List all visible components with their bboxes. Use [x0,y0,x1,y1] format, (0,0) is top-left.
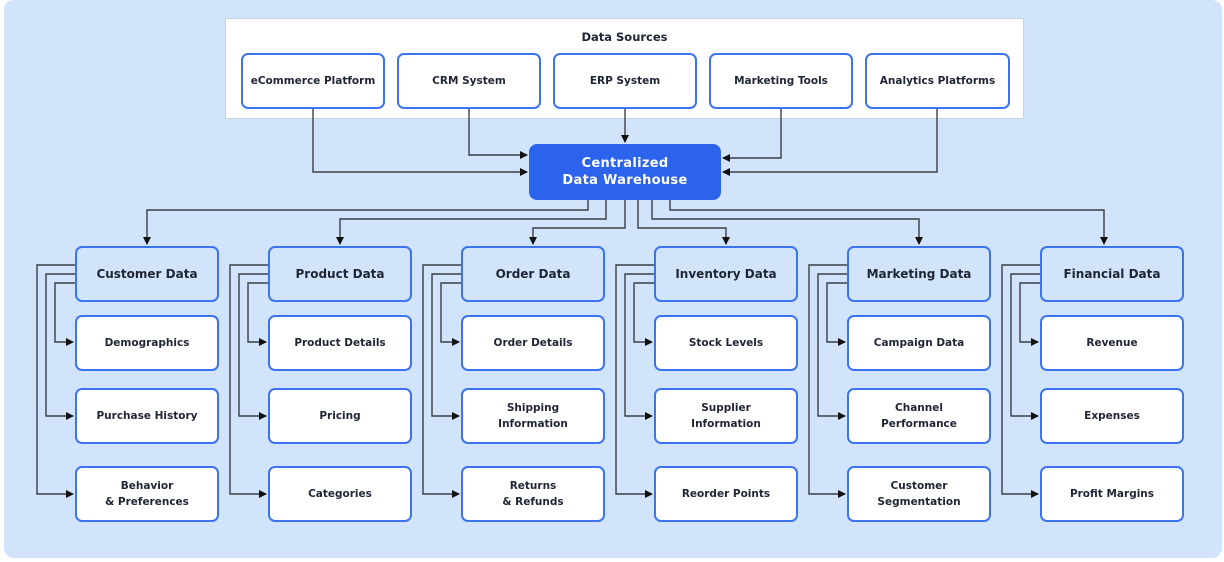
connector-product-child-1 [247,282,268,346]
connector-order-child-3 [422,264,461,498]
connector-analytics-to-warehouse [722,109,938,176]
customer-purchase-history[interactable]: Purchase History [75,388,219,444]
inventory-reorder-points[interactable]: Reorder Points [654,466,798,522]
connector-customer-child-2 [45,273,75,420]
source-marketing-tools[interactable]: Marketing Tools [709,53,853,109]
inventory-supplier-information[interactable]: Supplier Information [654,388,798,444]
financial-expenses[interactable]: Expenses [1040,388,1184,444]
connector-warehouse-to-order [529,200,626,245]
source-ecommerce-platform[interactable]: eCommerce Platform [241,53,385,109]
order-shipping-information[interactable]: Shipping Information [461,388,605,444]
connector-crm-to-warehouse [468,109,528,159]
connector-financial-child-2 [1010,273,1040,420]
category-financial-data[interactable]: Financial Data [1040,246,1184,302]
connector-warehouse-to-marketing [651,200,923,245]
connector-inventory-child-2 [624,273,654,420]
customer-demographics[interactable]: Demographics [75,315,219,371]
order-details[interactable]: Order Details [461,315,605,371]
source-analytics-platforms[interactable]: Analytics Platforms [865,53,1010,109]
connector-warehouse-to-product [336,200,607,245]
category-order-data[interactable]: Order Data [461,246,605,302]
financial-profit-margins[interactable]: Profit Margins [1040,466,1184,522]
connector-financial-child-1 [1019,282,1040,346]
connector-inventory-child-1 [633,282,654,346]
connector-order-child-2 [431,273,461,420]
connector-marketing-child-1 [826,282,847,346]
product-categories[interactable]: Categories [268,466,412,522]
source-erp-system[interactable]: ERP System [553,53,697,109]
category-product-data[interactable]: Product Data [268,246,412,302]
connector-marketing-child-3 [808,264,847,498]
connector-product-child-2 [238,273,268,420]
category-marketing-data[interactable]: Marketing Data [847,246,991,302]
connector-financial-child-3 [1001,264,1040,498]
connector-marketing-tools-to-warehouse [722,109,782,162]
category-customer-data[interactable]: Customer Data [75,246,219,302]
connector-inventory-child-3 [615,264,654,498]
order-returns-refunds[interactable]: Returns & Refunds [461,466,605,522]
connector-marketing-child-2 [817,273,847,420]
connector-product-child-3 [229,264,268,498]
product-details[interactable]: Product Details [268,315,412,371]
financial-revenue[interactable]: Revenue [1040,315,1184,371]
inventory-stock-levels[interactable]: Stock Levels [654,315,798,371]
marketing-channel-performance[interactable]: Channel Performance [847,388,991,444]
connector-customer-child-1 [54,282,75,346]
connector-warehouse-to-inventory [637,200,730,245]
connector-warehouse-to-financial [669,200,1108,245]
category-inventory-data[interactable]: Inventory Data [654,246,798,302]
customer-behavior-preferences[interactable]: Behavior & Preferences [75,466,219,522]
centralized-data-warehouse[interactable]: Centralized Data Warehouse [529,144,721,200]
connector-customer-child-3 [36,264,75,498]
marketing-customer-segmentation[interactable]: Customer Segmentation [847,466,991,522]
connector-ecommerce-to-warehouse [312,109,528,176]
source-crm-system[interactable]: CRM System [397,53,541,109]
connector-warehouse-to-customer [143,200,589,245]
marketing-campaign-data[interactable]: Campaign Data [847,315,991,371]
product-pricing[interactable]: Pricing [268,388,412,444]
connector-order-child-1 [440,282,461,346]
